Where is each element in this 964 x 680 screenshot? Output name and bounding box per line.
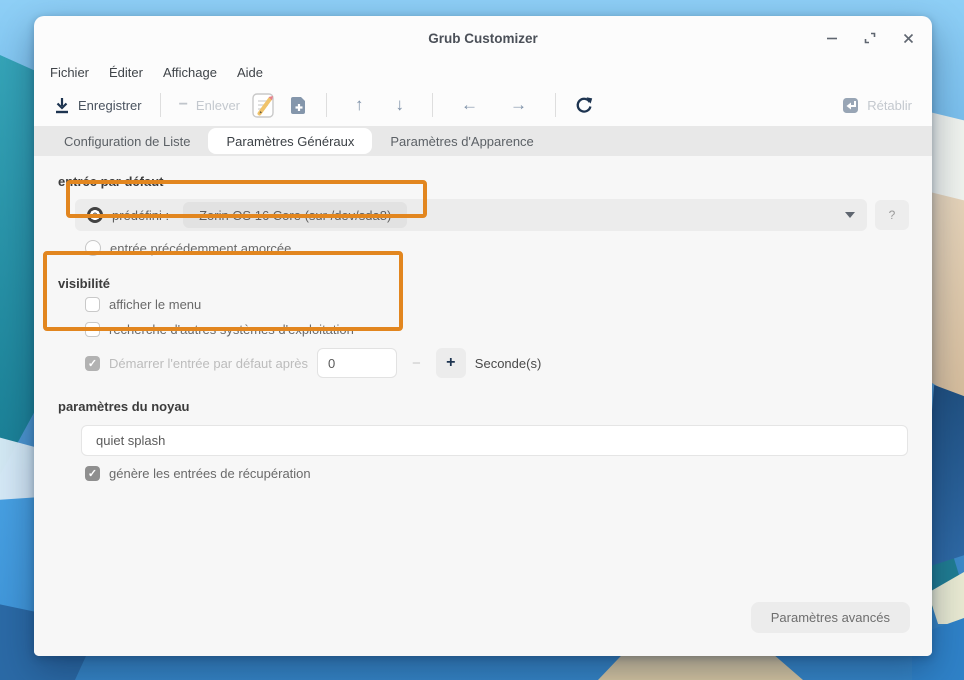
previously-booted-radio[interactable] [85,240,101,256]
recovery-checkbox[interactable] [85,466,100,481]
show-menu-checkbox[interactable] [85,297,100,312]
remove-button[interactable]: − Enlever [173,92,246,118]
revert-icon [842,97,859,114]
default-entry-selected-value: Zorin OS 16 Core (sur /dev/sda8) [183,202,407,228]
minimize-icon [826,32,838,44]
timeout-checkbox [85,356,100,371]
edit-pencil-icon [252,92,278,118]
visibility-header: visibilité [58,276,110,291]
previously-booted-label: entrée précédemment amorcée [110,241,291,256]
chevron-down-icon [845,212,855,218]
reload-icon [574,95,594,115]
timeout-increase-button[interactable]: + [436,348,466,378]
toolbar-separator [326,93,327,117]
move-down-button[interactable]: ↓ [380,91,421,119]
advanced-settings-button[interactable]: Paramètres avancés [751,602,910,633]
general-settings-panel: entrée par défaut prédéfini : Zorin OS 1… [34,156,932,656]
titlebar[interactable]: Grub Customizer [34,16,932,60]
arrow-left-icon: ← [451,95,488,115]
look-for-other-os-checkbox[interactable] [85,322,100,337]
show-menu-row[interactable]: afficher le menu [85,297,201,312]
default-entry-combobox[interactable]: prédéfini : Zorin OS 16 Core (sur /dev/s… [75,199,867,231]
add-entry-button[interactable] [284,92,314,119]
revert-label: Rétablir [867,98,912,113]
tab-parametres-apparence[interactable]: Paramètres d'Apparence [372,128,551,154]
look-for-other-os-row[interactable]: recherche d'autres systèmes d'exploitati… [85,322,354,337]
timeout-row: Démarrer l'entrée par défaut après − + S… [85,347,541,379]
menu-affichage[interactable]: Affichage [155,65,225,80]
tab-parametres-generaux[interactable]: Paramètres Généraux [208,128,372,154]
predefined-radio[interactable] [87,207,103,223]
revert-button[interactable]: Rétablir [836,93,918,118]
default-entry-help-button[interactable]: ? [875,200,909,230]
move-left-button[interactable]: ← [445,91,494,119]
default-entry-header: entrée par défaut [58,174,163,189]
kernel-params-header: paramètres du noyau [58,399,190,414]
save-button[interactable]: Enregistrer [48,93,148,118]
remove-minus-icon: − [179,96,188,114]
close-button[interactable] [896,26,920,50]
toolbar: Enregistrer − Enlever ↑ [34,84,932,126]
move-right-button[interactable]: → [494,91,543,119]
highlight-visibility [43,251,403,331]
timeout-decrease-button[interactable]: − [412,355,421,372]
timeout-unit-label: Seconde(s) [475,356,541,371]
look-for-other-os-label: recherche d'autres systèmes d'exploitati… [109,322,354,337]
window-title: Grub Customizer [34,16,932,60]
timeout-value-input[interactable] [317,348,397,378]
save-download-icon [54,97,70,114]
minimize-button[interactable] [820,26,844,50]
close-icon [903,33,914,44]
grub-customizer-window: Grub Customizer Fichier Éditer [34,16,932,656]
menubar: Fichier Éditer Affichage Aide [34,60,932,84]
remove-label: Enlever [196,98,240,113]
menu-editer[interactable]: Éditer [101,65,151,80]
kernel-params-input[interactable] [81,425,908,456]
recovery-row[interactable]: génère les entrées de récupération [85,466,311,481]
reload-button[interactable] [568,91,600,119]
previously-booted-row[interactable]: entrée précédemment amorcée [85,240,291,256]
toolbar-separator [555,93,556,117]
add-file-icon [290,96,308,115]
save-label: Enregistrer [78,98,142,113]
tab-configuration-de-liste[interactable]: Configuration de Liste [46,128,208,154]
edit-button[interactable] [246,88,284,122]
toolbar-separator [432,93,433,117]
menu-fichier[interactable]: Fichier [42,65,97,80]
toolbar-separator [160,93,161,117]
move-up-button[interactable]: ↑ [339,91,380,119]
maximize-button[interactable] [858,26,882,50]
menu-aide[interactable]: Aide [229,65,271,80]
arrow-down-icon: ↓ [386,95,415,115]
show-menu-label: afficher le menu [109,297,201,312]
tabstrip: Configuration de Liste Paramètres Généra… [34,126,932,156]
arrow-right-icon: → [500,95,537,115]
maximize-icon [864,32,876,44]
recovery-label: génère les entrées de récupération [109,466,311,481]
arrow-up-icon: ↑ [345,95,374,115]
predefined-label: prédéfini : [112,208,169,223]
timeout-label: Démarrer l'entrée par défaut après [109,356,308,371]
